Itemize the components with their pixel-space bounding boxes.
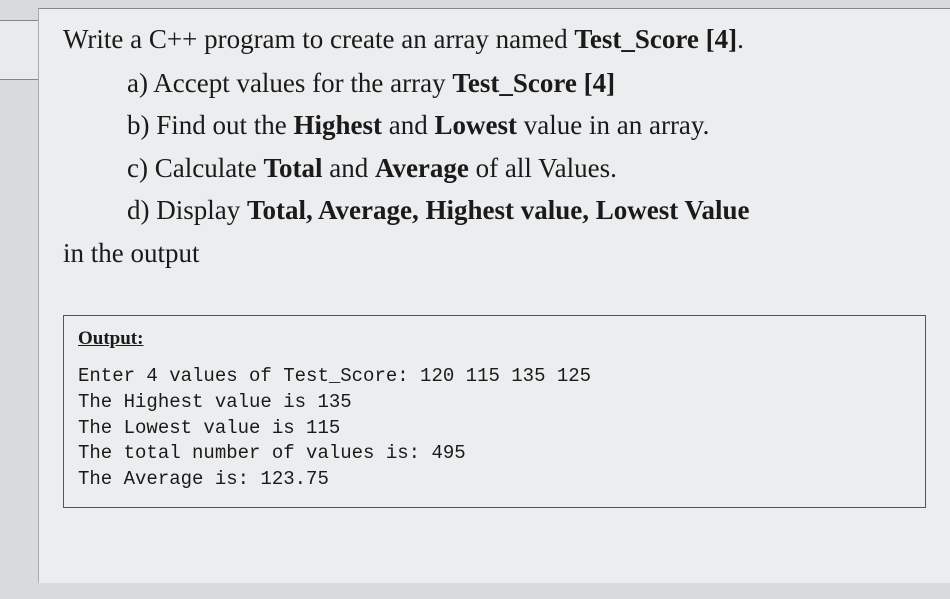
- document-page: Write a C++ program to create an array n…: [38, 8, 950, 583]
- output-line-1: Enter 4 values of Test_Score: 120 115 13…: [78, 364, 911, 390]
- question-c-text1: Calculate: [155, 153, 264, 183]
- question-c: c) Calculate Total and Average of all Va…: [127, 148, 926, 189]
- intro-array-name: Test_Score [4]: [574, 24, 737, 54]
- question-a-text: Accept values for the array: [153, 68, 452, 98]
- question-b-bold1: Highest: [294, 110, 383, 140]
- question-b-text1: Find out the: [156, 110, 293, 140]
- question-b-text3: value in an array.: [517, 110, 709, 140]
- question-b-label: b): [127, 110, 156, 140]
- question-d-bold1: Total, Average, Highest value, Lowest Va…: [247, 195, 750, 225]
- question-c-text3: of all Values.: [469, 153, 617, 183]
- question-d-continuation: in the output: [63, 233, 926, 274]
- question-b-bold2: Lowest: [435, 110, 518, 140]
- question-a-bold: Test_Score [4]: [452, 68, 615, 98]
- question-b-text2: and: [382, 110, 434, 140]
- output-line-5: The Average is: 123.75: [78, 467, 911, 493]
- intro-paragraph: Write a C++ program to create an array n…: [63, 21, 926, 59]
- question-c-label: c): [127, 153, 155, 183]
- side-tab: [0, 20, 38, 80]
- intro-prefix: Write a C++ program to create an array n…: [63, 24, 574, 54]
- question-d-text1: Display: [156, 195, 247, 225]
- output-box: Output: Enter 4 values of Test_Score: 12…: [63, 315, 926, 507]
- question-a: a) Accept values for the array Test_Scor…: [127, 63, 926, 104]
- question-c-bold2: Average: [375, 153, 469, 183]
- question-a-label: a): [127, 68, 153, 98]
- question-d-label: d): [127, 195, 156, 225]
- output-header: Output:: [78, 328, 911, 350]
- question-b: b) Find out the Highest and Lowest value…: [127, 105, 926, 146]
- question-list: a) Accept values for the array Test_Scor…: [127, 63, 926, 231]
- intro-suffix: .: [737, 24, 744, 54]
- output-line-3: The Lowest value is 115: [78, 416, 911, 442]
- question-c-text2: and: [322, 153, 374, 183]
- output-line-2: The Highest value is 135: [78, 390, 911, 416]
- question-d: d) Display Total, Average, Highest value…: [127, 190, 926, 231]
- question-c-bold1: Total: [263, 153, 322, 183]
- output-line-4: The total number of values is: 495: [78, 441, 911, 467]
